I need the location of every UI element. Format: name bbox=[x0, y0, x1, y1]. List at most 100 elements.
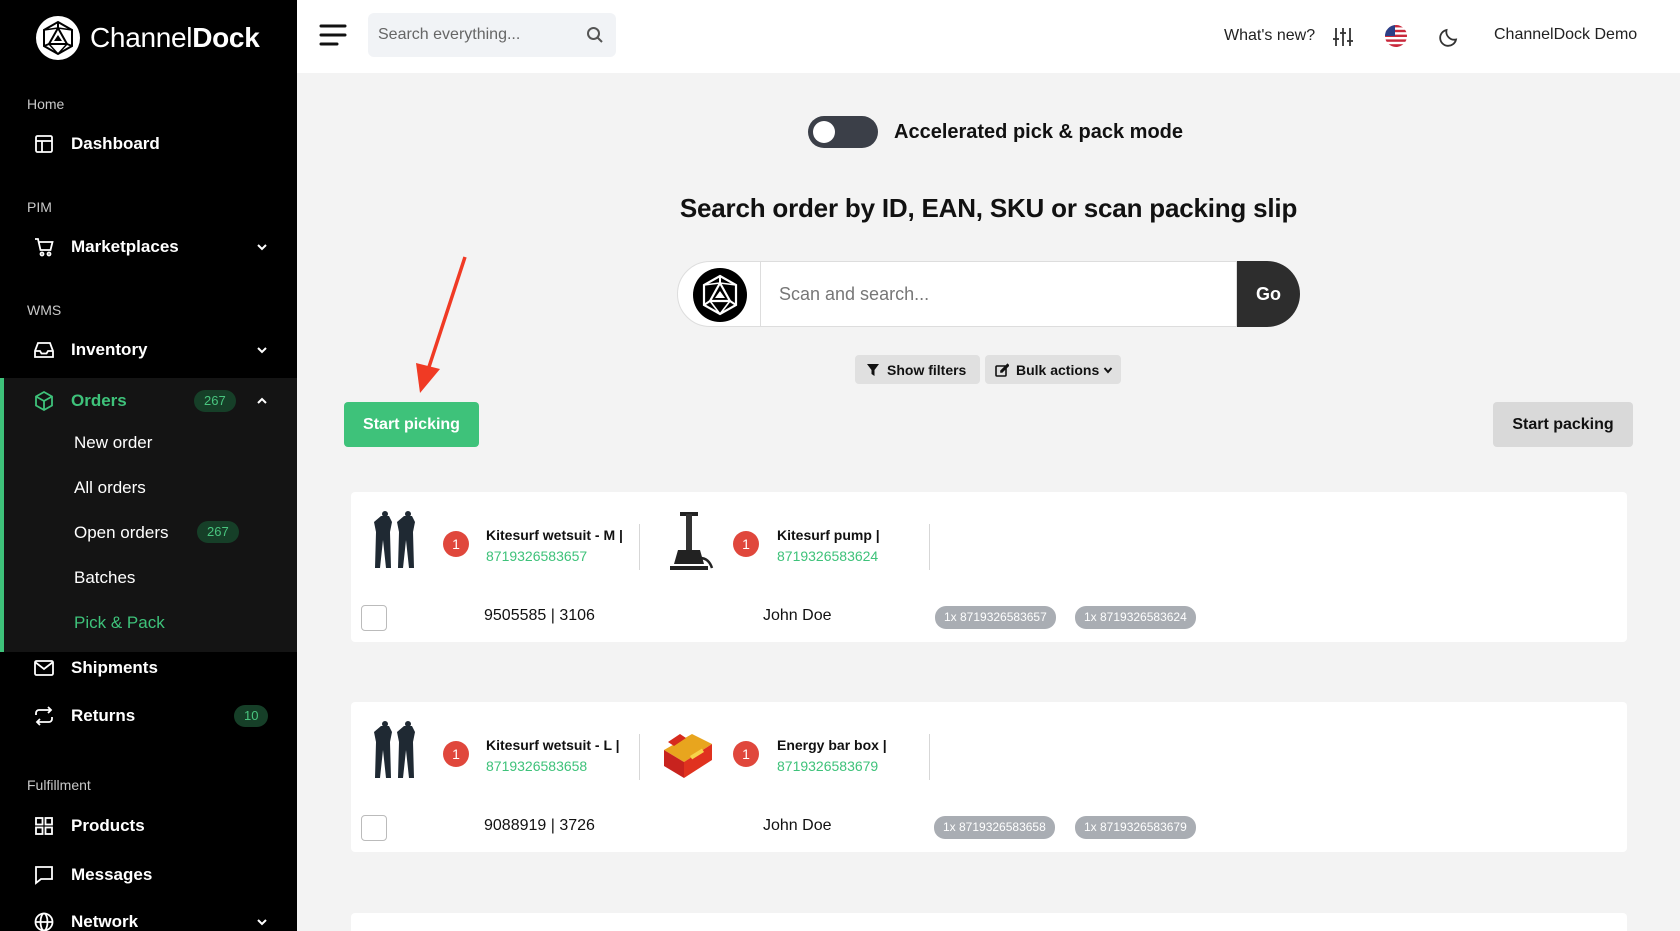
topbar: What's new? ChannelDock Demo bbox=[297, 0, 1680, 73]
returns-count-badge: 10 bbox=[234, 705, 269, 727]
order-reference: 9505585 | 3106 bbox=[484, 607, 595, 624]
toggle-knob bbox=[813, 121, 835, 143]
product-tag: 1x 8719326583679 bbox=[1075, 816, 1196, 839]
sidebar-item-marketplaces[interactable]: Marketplaces bbox=[0, 224, 297, 270]
inbox-icon bbox=[34, 342, 54, 358]
show-filters-button[interactable]: Show filters bbox=[855, 355, 980, 384]
filter-icon bbox=[867, 363, 879, 376]
product-tag: 1x 8719326583658 bbox=[934, 816, 1055, 839]
sidebar-item-dashboard[interactable]: Dashboard bbox=[0, 121, 297, 167]
go-button[interactable]: Go bbox=[1237, 261, 1300, 327]
product-tag: 1x 8719326583657 bbox=[935, 606, 1056, 629]
show-filters-label: Show filters bbox=[887, 361, 967, 378]
sidebar-item-network[interactable]: Network bbox=[0, 899, 297, 931]
section-pim: PIM bbox=[27, 199, 52, 215]
section-fulfillment: Fulfillment bbox=[27, 777, 91, 793]
section-home: Home bbox=[27, 96, 65, 112]
sidebar-subitem-open-orders[interactable]: Open orders bbox=[74, 523, 169, 543]
sidebar-item-orders[interactable]: Orders 267 bbox=[0, 378, 297, 424]
product-ean-link[interactable]: 8719326583657 bbox=[486, 548, 587, 564]
brand-name: ChannelDock bbox=[90, 22, 260, 54]
cart-icon bbox=[35, 238, 54, 257]
order-select-checkbox[interactable] bbox=[361, 605, 387, 631]
sidebar-item-label: Network bbox=[71, 912, 139, 931]
quantity-badge: 1 bbox=[733, 741, 759, 767]
sidebar-item-messages[interactable]: Messages bbox=[0, 852, 297, 898]
scan-search-input[interactable] bbox=[760, 261, 1237, 327]
brand[interactable]: ChannelDock bbox=[35, 14, 260, 62]
order-card bbox=[351, 913, 1627, 931]
search-icon[interactable] bbox=[586, 26, 604, 44]
sidebar-item-label: Returns bbox=[71, 706, 136, 725]
divider bbox=[929, 734, 930, 780]
global-search-input[interactable] bbox=[378, 13, 578, 57]
scan-logo-wrap bbox=[677, 261, 761, 327]
channeldock-logo-icon bbox=[36, 16, 80, 60]
sidebar-subitem-new-order[interactable]: New order bbox=[74, 433, 152, 453]
dashboard-icon bbox=[35, 135, 53, 153]
edit-icon bbox=[995, 362, 1009, 377]
sidebar-subitem-batches[interactable]: Batches bbox=[74, 568, 135, 588]
divider bbox=[639, 524, 640, 570]
wetsuit-image bbox=[374, 721, 415, 778]
globe-icon bbox=[34, 912, 54, 931]
user-menu[interactable]: ChannelDock Demo bbox=[1494, 26, 1637, 44]
sidebar-subitem-all-orders[interactable]: All orders bbox=[74, 478, 146, 498]
chevron-up-icon bbox=[257, 397, 267, 404]
page-headline: Search order by ID, EAN, SKU or scan pac… bbox=[679, 193, 1298, 223]
orders-count-badge: 267 bbox=[194, 390, 236, 412]
bulk-actions-button[interactable]: Bulk actions bbox=[985, 355, 1121, 384]
annotation-arrow bbox=[416, 256, 467, 393]
sidebar-item-label: Marketplaces bbox=[71, 237, 179, 256]
sidebar-item-products[interactable]: Products bbox=[0, 803, 297, 849]
quantity-badge: 1 bbox=[733, 531, 759, 557]
accelerated-mode-toggle[interactable] bbox=[808, 116, 878, 148]
sidebar-item-label: Shipments bbox=[71, 658, 158, 677]
open-orders-count-badge: 267 bbox=[197, 521, 239, 543]
box-icon bbox=[35, 390, 53, 412]
scan-search-group: Go bbox=[677, 261, 1300, 327]
global-search bbox=[368, 13, 616, 57]
chevron-down-icon bbox=[257, 347, 267, 354]
wetsuit-image bbox=[374, 511, 415, 568]
sidebar-item-returns[interactable]: Returns 10 bbox=[0, 693, 297, 739]
quantity-badge: 1 bbox=[443, 741, 469, 767]
sidebar: ChannelDock Home Dashboard PIM Marketpla… bbox=[0, 0, 297, 931]
start-picking-button[interactable]: Start picking bbox=[344, 402, 479, 447]
start-packing-button[interactable]: Start packing bbox=[1493, 402, 1633, 447]
pump-image bbox=[670, 512, 714, 570]
quantity-badge: 1 bbox=[443, 531, 469, 557]
sidebar-item-label: Messages bbox=[71, 865, 153, 884]
customer-name: John Doe bbox=[763, 817, 832, 834]
order-reference: 9088919 | 3726 bbox=[484, 817, 595, 834]
bulk-actions-label: Bulk actions bbox=[1016, 361, 1100, 378]
energy-bar-box-image bbox=[664, 734, 712, 778]
product-tag: 1x 8719326583624 bbox=[1075, 606, 1196, 629]
order-select-checkbox[interactable] bbox=[361, 815, 387, 841]
brand-name-bold: Dock bbox=[192, 22, 260, 53]
chevron-down-icon bbox=[257, 244, 267, 251]
chevron-down-icon bbox=[1103, 366, 1113, 374]
sidebar-item-shipments[interactable]: Shipments bbox=[0, 645, 297, 691]
message-icon bbox=[35, 866, 53, 885]
sidebar-item-inventory[interactable]: Inventory bbox=[0, 327, 297, 373]
section-wms: WMS bbox=[27, 302, 62, 318]
sidebar-item-label: Products bbox=[71, 816, 145, 835]
product-ean-link[interactable]: 8719326583679 bbox=[777, 758, 878, 774]
hamburger-menu-icon[interactable] bbox=[319, 24, 347, 46]
product-ean-link[interactable]: 8719326583658 bbox=[486, 758, 587, 774]
mail-icon bbox=[34, 660, 54, 676]
product-name: Kitesurf pump | bbox=[777, 527, 880, 543]
order-card: 1 Kitesurf wetsuit - M | 8719326583657 1… bbox=[351, 492, 1627, 642]
product-name: Kitesurf wetsuit - M | bbox=[486, 527, 623, 543]
product-ean-link[interactable]: 8719326583624 bbox=[777, 548, 878, 564]
divider bbox=[929, 524, 930, 570]
sliders-icon[interactable] bbox=[1331, 25, 1355, 49]
sidebar-subitem-pick-pack[interactable]: Pick & Pack bbox=[74, 613, 165, 633]
chevron-down-icon bbox=[257, 919, 267, 926]
moon-icon[interactable] bbox=[1439, 25, 1461, 47]
customer-name: John Doe bbox=[763, 607, 832, 624]
whats-new-link[interactable]: What's new? bbox=[1224, 27, 1315, 45]
sidebar-item-label: Orders bbox=[71, 391, 127, 410]
us-flag-icon[interactable] bbox=[1385, 25, 1407, 47]
